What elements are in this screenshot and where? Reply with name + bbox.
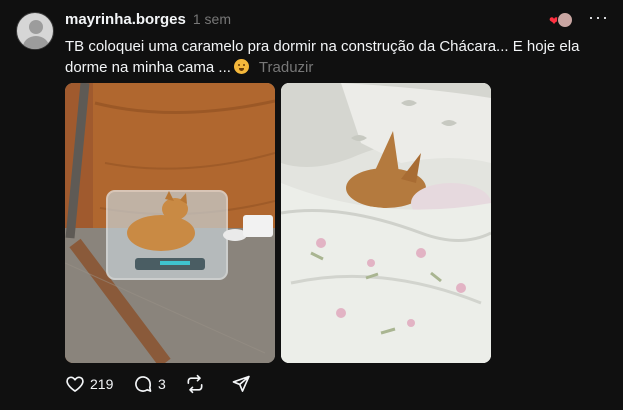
default-avatar-icon bbox=[29, 20, 43, 34]
post-time[interactable]: 1 sem bbox=[193, 11, 231, 27]
post-body: TB coloquei uma caramelo pra dormir na c… bbox=[65, 38, 580, 76]
post-header: mayrinha.borges 1 sem bbox=[65, 11, 231, 28]
reactor-avatar bbox=[557, 12, 573, 28]
more-options-icon[interactable]: ··· bbox=[588, 8, 609, 26]
reaction-avatars[interactable]: ❤ bbox=[549, 12, 575, 30]
translate-link[interactable]: Traduzir bbox=[259, 59, 313, 76]
reply-icon bbox=[135, 376, 152, 392]
face-with-hand-over-mouth-icon bbox=[233, 59, 249, 74]
repost-icon bbox=[187, 374, 203, 394]
post-actions: 219 3 bbox=[65, 374, 251, 394]
share-button[interactable] bbox=[231, 374, 251, 394]
repost-button[interactable] bbox=[185, 374, 231, 394]
reply-count: 3 bbox=[158, 376, 166, 392]
like-button[interactable]: 219 bbox=[65, 374, 133, 394]
post-text: TB coloquei uma caramelo pra dormir na c… bbox=[65, 36, 585, 78]
post-photo-dog-in-box[interactable] bbox=[65, 83, 275, 363]
dog-in-box-illustration bbox=[65, 83, 275, 363]
username-link[interactable]: mayrinha.borges bbox=[65, 11, 186, 28]
author-avatar[interactable] bbox=[16, 12, 54, 50]
heart-icon bbox=[66, 376, 84, 392]
like-count: 219 bbox=[90, 376, 114, 392]
post-photo-dog-in-bed[interactable] bbox=[281, 83, 491, 363]
default-avatar-body bbox=[23, 36, 49, 49]
share-icon bbox=[232, 375, 250, 392]
reply-button[interactable]: 3 bbox=[133, 374, 185, 394]
dog-in-bed-illustration bbox=[281, 83, 491, 363]
